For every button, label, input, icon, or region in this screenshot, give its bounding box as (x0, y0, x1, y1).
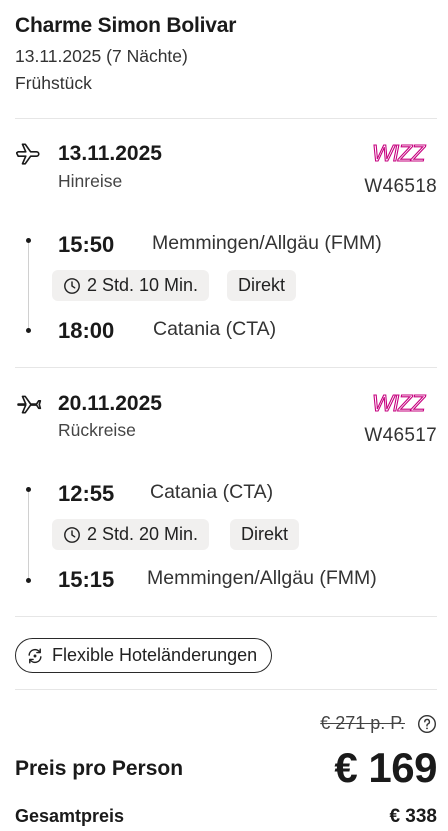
outbound-kind: Hinreise (58, 171, 123, 191)
info-icon[interactable] (417, 714, 437, 734)
direct-chip: Direkt (230, 519, 300, 550)
timeline-dot (26, 328, 31, 333)
hotel-dates: 13.11.2025 (7 Nächte) (15, 46, 188, 66)
total-price-label: Gesamtpreis (15, 806, 125, 826)
outbound-date: 13.11.2025 (58, 142, 162, 165)
return-flight-number: W46517 (364, 425, 437, 446)
return-depart-time: 12:55 (58, 481, 115, 506)
duration-chip: 2 Std. 20 Min. (52, 519, 210, 550)
return-kind: Rückreise (58, 420, 136, 440)
outbound-arrive-airport: Catania (CTA) (153, 318, 277, 340)
outbound-depart-airport: Memmingen/Allgäu (FMM) (152, 232, 382, 254)
stops-label: Direkt (241, 524, 289, 544)
flex-button-label: Flexible Hoteländerungen (52, 645, 258, 665)
duration-label: 2 Std. 10 Min. (87, 275, 199, 295)
outbound-flight-number: W46518 (364, 176, 437, 197)
duration-label: 2 Std. 20 Min. (87, 524, 199, 544)
timeline-dot (26, 487, 31, 492)
plane-arrival-icon (17, 395, 42, 414)
stops-label: Direkt (238, 275, 286, 295)
timeline-dot (26, 578, 31, 583)
duration-chip: 2 Std. 10 Min. (52, 270, 210, 301)
wizz-air-logo: WIZZ (371, 140, 427, 166)
old-price: € 271 p. P. (320, 713, 405, 733)
timeline-line (28, 492, 29, 578)
clock-icon (64, 526, 80, 543)
return-arrive-time: 15:15 (58, 567, 115, 592)
divider (15, 616, 437, 617)
divider (15, 118, 437, 119)
timeline-line (28, 243, 29, 329)
refresh-icon (28, 648, 42, 663)
svg-text:WIZZ: WIZZ (372, 140, 426, 166)
price-per-person: € 169 (334, 744, 437, 791)
total-price: € 338 (389, 806, 437, 827)
divider (15, 367, 437, 368)
direct-chip: Direkt (227, 270, 297, 301)
clock-icon (64, 277, 80, 294)
hotel-board: Frühstück (15, 72, 92, 93)
plane-departure-icon (16, 143, 40, 165)
hotel-summary: Charme Simon Bolivar 13.11.2025 (7 Nächt… (15, 14, 236, 92)
return-arrive-airport: Memmingen/Allgäu (FMM) (147, 567, 377, 589)
return-date: 20.11.2025 (58, 392, 162, 415)
price-per-person-label: Preis pro Person (15, 757, 184, 780)
return-depart-airport: Catania (CTA) (150, 481, 274, 503)
outbound-depart-time: 15:50 (58, 232, 115, 257)
wizz-air-logo: WIZZ (371, 390, 427, 416)
svg-text:WIZZ: WIZZ (372, 390, 426, 416)
divider (15, 689, 437, 690)
hotel-name: Charme Simon Bolivar (15, 14, 237, 37)
timeline-dot (26, 238, 31, 243)
flexible-hotel-changes-button[interactable]: Flexible Hoteländerungen (15, 638, 273, 673)
outbound-arrive-time: 18:00 (58, 318, 115, 343)
